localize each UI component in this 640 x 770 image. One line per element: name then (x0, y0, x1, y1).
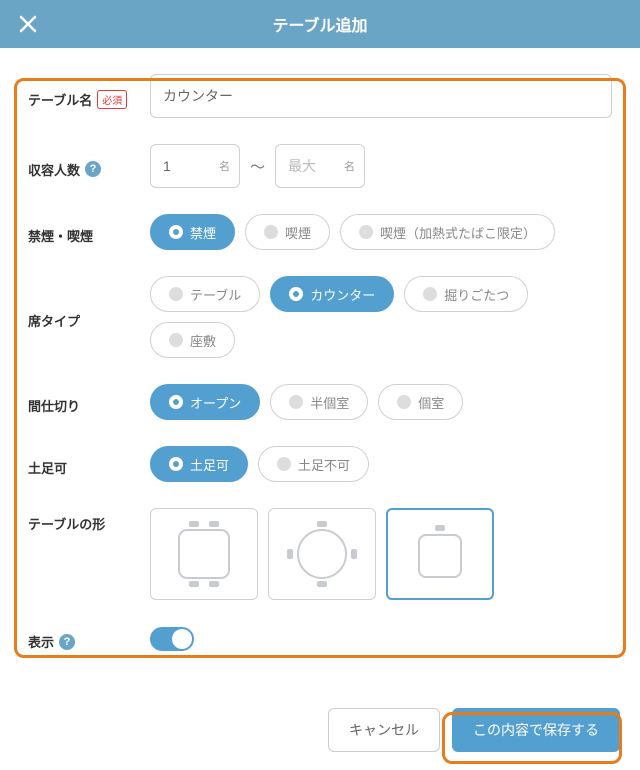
option-label: 禁煙 (190, 223, 216, 242)
radio-icon (264, 225, 278, 239)
option-pill[interactable]: オープン (150, 384, 260, 420)
radio-icon (169, 287, 183, 301)
shape-options (150, 508, 612, 600)
option-label: カウンター (310, 285, 375, 304)
option-pill[interactable]: テーブル (150, 276, 260, 312)
option-label: テーブル (190, 285, 241, 304)
radio-icon (289, 287, 303, 301)
help-icon[interactable]: ? (85, 161, 101, 177)
shape-round-table[interactable] (268, 508, 376, 600)
option-pill[interactable]: 喫煙 (245, 214, 330, 250)
radio-icon (423, 287, 437, 301)
option-pill[interactable]: 座敷 (150, 322, 235, 358)
radio-icon (289, 395, 303, 409)
option-pill[interactable]: カウンター (270, 276, 394, 312)
cancel-button[interactable]: キャンセル (328, 708, 440, 752)
label-smoking: 禁煙・喫煙 (28, 220, 150, 245)
option-label: 喫煙（加熱式たばこ限定） (380, 223, 536, 242)
range-separator: 〜 (250, 156, 265, 177)
option-label: 個室 (418, 393, 444, 412)
display-toggle[interactable] (150, 627, 194, 651)
save-button[interactable]: この内容で保存する (452, 708, 620, 752)
option-label: 土足可 (190, 455, 229, 474)
option-label: 掘りごたつ (444, 285, 509, 304)
label-display: 表示 ? (28, 626, 150, 651)
shoes-options: 土足可 土足不可 (150, 446, 612, 482)
label-capacity: 収容人数 ? (28, 154, 150, 179)
option-pill[interactable]: 土足不可 (258, 446, 369, 482)
smoking-options: 禁煙 喫煙 喫煙（加熱式たばこ限定） (150, 214, 612, 250)
radio-icon (169, 225, 183, 239)
close-icon[interactable] (18, 14, 38, 34)
form-body: テーブル名 必須 収容人数 ? 名 〜 名 禁煙・喫煙 禁煙 喫煙 喫煙（加熱式たば… (0, 48, 640, 651)
dialog-footer: キャンセル この内容で保存する (0, 690, 640, 770)
label-shoes: 土足可 (28, 452, 150, 477)
dialog-title: テーブル追加 (272, 12, 367, 36)
dialog-header: テーブル追加 (0, 0, 640, 48)
option-pill[interactable]: 半個室 (270, 384, 368, 420)
radio-icon (397, 395, 411, 409)
option-pill[interactable]: 土足可 (150, 446, 248, 482)
radio-icon (169, 395, 183, 409)
required-badge: 必須 (97, 90, 127, 109)
option-label: 土足不可 (298, 455, 350, 474)
option-pill[interactable]: 禁煙 (150, 214, 235, 250)
option-label: 喫煙 (285, 223, 311, 242)
table-name-input[interactable] (150, 74, 612, 118)
option-pill[interactable]: 喫煙（加熱式たばこ限定） (340, 214, 555, 250)
radio-icon (169, 457, 183, 471)
option-label: オープン (190, 393, 241, 412)
option-pill[interactable]: 個室 (378, 384, 463, 420)
option-label: 半個室 (310, 393, 349, 412)
label-seat-type: 席タイプ (28, 305, 150, 330)
option-label: 座敷 (190, 331, 216, 350)
option-pill[interactable]: 掘りごたつ (404, 276, 528, 312)
seat-options: テーブル カウンター 掘りごたつ座敷 (150, 276, 612, 358)
label-table-name: テーブル名 必須 (28, 84, 150, 109)
label-partition: 間仕切り (28, 390, 150, 415)
unit-label: 名 (219, 158, 230, 174)
unit-label: 名 (344, 158, 355, 174)
shape-counter[interactable] (386, 508, 494, 600)
radio-icon (359, 225, 373, 239)
label-shape: テーブルの形 (28, 508, 150, 533)
radio-icon (169, 333, 183, 347)
help-icon[interactable]: ? (59, 634, 75, 650)
radio-icon (277, 457, 291, 471)
shape-rect-table[interactable] (150, 508, 258, 600)
partition-options: オープン 半個室 個室 (150, 384, 612, 420)
